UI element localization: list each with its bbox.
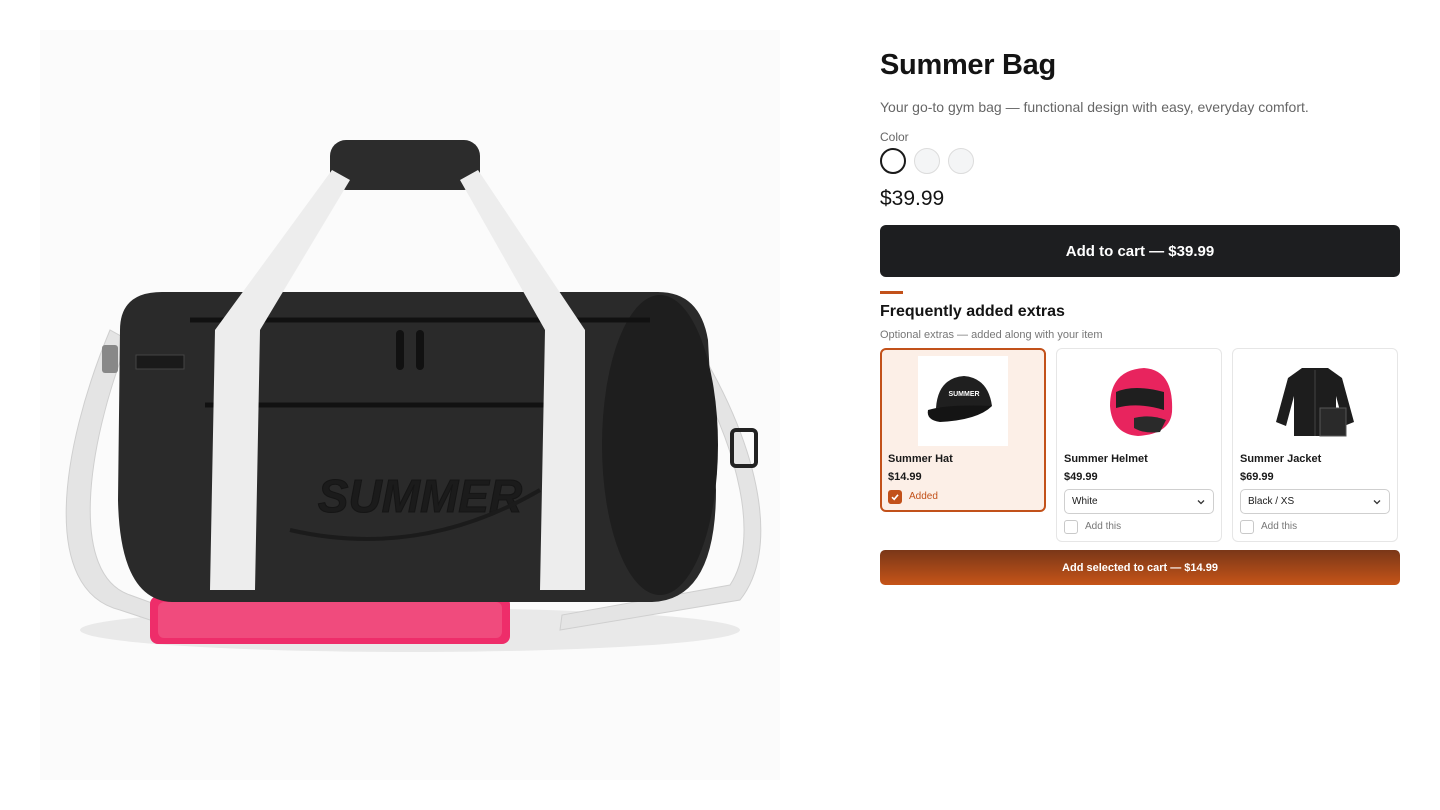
extra-price: $14.99 — [888, 471, 922, 483]
color-swatch-1[interactable] — [880, 148, 906, 174]
extras-subtitle: Optional extras — added along with your … — [880, 329, 1103, 341]
checkbox-label: Added — [909, 491, 938, 502]
duffel-bag-illustration: SUMMER — [65, 140, 762, 652]
extra-card-helmet[interactable]: Summer Helmet $49.99 White Add this — [1056, 348, 1222, 542]
add-to-cart-button[interactable]: Add to cart — $39.99 — [880, 225, 1400, 277]
extra-price: $49.99 — [1064, 471, 1098, 483]
helmet-image — [1094, 356, 1184, 446]
add-selected-to-cart-button[interactable]: Add selected to cart — $14.99 — [880, 550, 1400, 585]
check-icon — [891, 494, 899, 501]
section-accent-bar — [880, 291, 903, 294]
extras-list: SUMMER Summer Hat $14.99 Added Summer He… — [880, 348, 1400, 542]
extra-checkbox-row[interactable]: Add this — [1240, 520, 1390, 534]
extra-card-hat[interactable]: SUMMER Summer Hat $14.99 Added — [880, 348, 1046, 512]
variant-select-value: White — [1072, 496, 1098, 507]
jacket-image — [1270, 356, 1360, 446]
chevron-down-icon — [1197, 499, 1205, 504]
color-label: Color — [880, 130, 909, 144]
variant-select-value: Black / XS — [1248, 496, 1295, 507]
chevron-down-icon — [1373, 499, 1381, 504]
variant-select[interactable]: Black / XS — [1240, 489, 1390, 514]
color-swatches — [880, 148, 1400, 174]
extras-title: Frequently added extras — [880, 303, 1065, 320]
extra-price: $69.99 — [1240, 471, 1274, 483]
extra-name: Summer Jacket — [1240, 453, 1322, 465]
product-price: $39.99 — [880, 187, 945, 210]
color-swatch-3[interactable] — [948, 148, 974, 174]
checkbox-unchecked[interactable] — [1240, 520, 1254, 534]
checkbox-label: Add this — [1085, 521, 1122, 532]
product-description: Your go-to gym bag — functional design w… — [880, 99, 1309, 115]
extra-checkbox-row[interactable]: Added — [888, 490, 1038, 504]
product-title: Summer Bag — [880, 49, 1056, 81]
product-details-panel: Summer Bag Your go-to gym bag — function… — [880, 48, 1400, 585]
svg-text:SUMMER: SUMMER — [948, 391, 979, 398]
extra-name: Summer Helmet — [1064, 453, 1148, 465]
variant-select[interactable]: White — [1064, 489, 1214, 514]
extra-name: Summer Hat — [888, 453, 953, 465]
checkbox-label: Add this — [1261, 521, 1298, 532]
checkbox-unchecked[interactable] — [1064, 520, 1078, 534]
checkbox-checked[interactable] — [888, 490, 902, 504]
product-image: SUMMER — [40, 30, 780, 780]
color-swatch-2[interactable] — [914, 148, 940, 174]
hat-image: SUMMER — [918, 356, 1008, 446]
extra-checkbox-row[interactable]: Add this — [1064, 520, 1214, 534]
extra-card-jacket[interactable]: Summer Jacket $69.99 Black / XS Add this — [1232, 348, 1398, 542]
